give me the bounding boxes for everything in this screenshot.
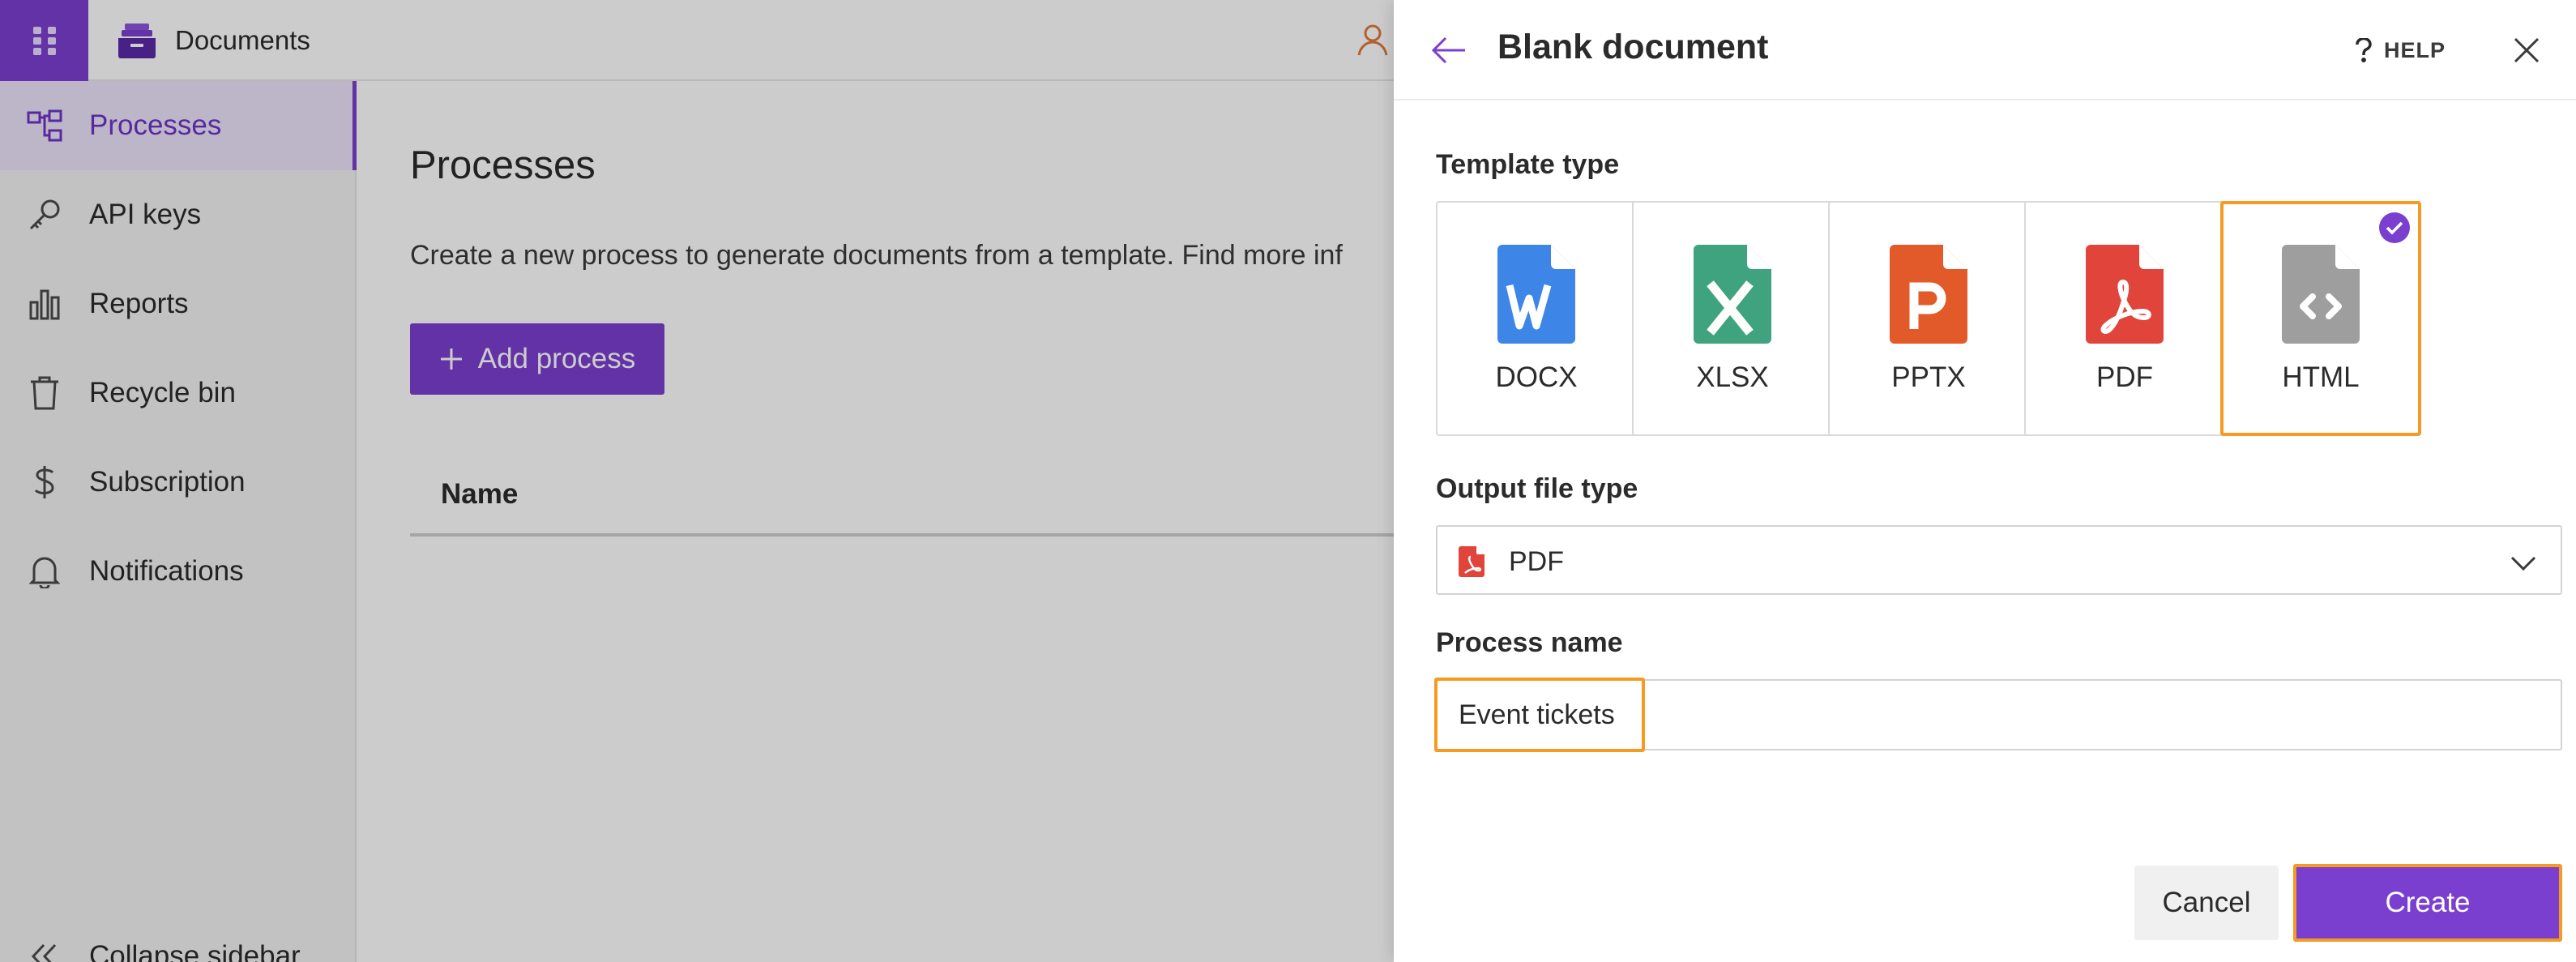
process-name-input[interactable] [1436,679,2562,750]
close-icon [2514,37,2540,63]
output-file-type-select[interactable]: PDF [1436,525,2562,595]
process-name-label: Process name [1436,627,1623,658]
create-button[interactable]: Create [2293,864,2562,942]
template-card-label: PDF [2096,361,2153,393]
pptx-file-icon [1890,245,1967,344]
docx-file-icon [1497,245,1575,344]
template-card-label: HTML [2282,361,2360,393]
help-label: HELP [2384,37,2446,62]
template-card-label: PPTX [1891,361,1966,393]
template-card-pptx[interactable]: PPTX [1828,201,2029,436]
template-card-pdf[interactable]: PDF [2024,201,2225,436]
template-card-docx[interactable]: DOCX [1436,201,1637,436]
check-icon [2386,221,2403,235]
back-button[interactable] [1426,28,1472,73]
blank-document-panel: Blank document HELP Template type DOCX X… [1394,0,2576,962]
help-button[interactable]: HELP [2355,32,2446,68]
chevron-down-icon [2510,556,2536,571]
panel-header: Blank document HELP [1394,0,2576,100]
panel-title: Blank document [1497,28,1769,66]
pdf-file-icon [1459,546,1485,577]
cancel-button[interactable]: Cancel [2134,866,2279,940]
template-card-label: DOCX [1495,361,1578,393]
close-button[interactable] [2504,28,2549,73]
output-file-type-value: PDF [1509,546,1564,577]
template-card-xlsx[interactable]: XLSX [1632,201,1833,436]
template-card-html[interactable]: HTML [2220,201,2421,436]
selected-check-badge [2379,212,2410,243]
xlsx-file-icon [1694,245,1771,344]
question-mark-icon [2356,38,2372,62]
html-file-icon [2282,245,2360,344]
output-file-type-label: Output file type [1436,473,1638,504]
arrow-left-icon [1431,36,1465,64]
pdf-file-icon [2086,245,2164,344]
template-type-label: Template type [1436,149,1620,180]
template-card-label: XLSX [1696,361,1769,393]
